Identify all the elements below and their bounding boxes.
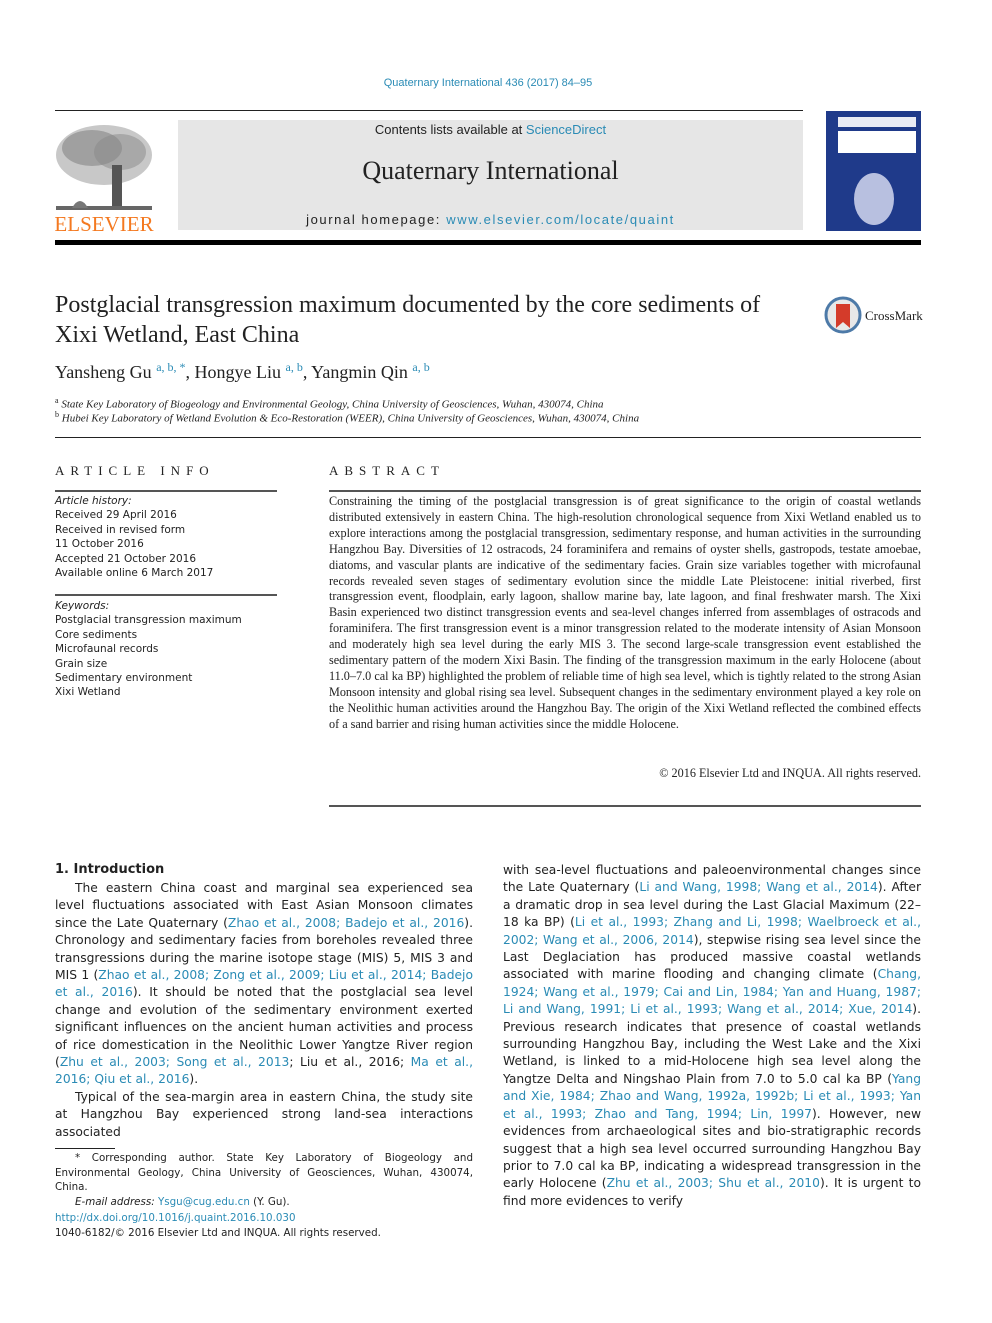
cover-title-band (838, 117, 916, 127)
affiliation-b: b Hubei Key Laboratory of Wetland Evolut… (55, 410, 639, 425)
keywords-rule (55, 594, 277, 596)
homepage-link[interactable]: www.elsevier.com/locate/quaint (446, 212, 675, 227)
journal-reference-link[interactable]: Quaternary International 436 (2017) 84–9… (0, 77, 976, 89)
keyword: Postglacial transgression maximum (55, 614, 242, 627)
corresponding-author-note: * Corresponding author. State Key Labora… (55, 1152, 473, 1193)
email-label: E-mail address: (75, 1195, 158, 1208)
issn-line: 1040-6182/© 2016 Elsevier Ltd and INQUA.… (55, 1227, 381, 1239)
intro-paragraph-2: Typical of the sea-margin area in easter… (55, 1089, 473, 1141)
elsevier-wordmark: ELSEVIER (54, 212, 154, 236)
body-text: ). (189, 1072, 199, 1087)
keyword: Grain size (55, 657, 108, 670)
crossmark-icon (824, 296, 862, 334)
abstract-copyright: © 2016 Elsevier Ltd and INQUA. All right… (659, 766, 921, 780)
abstract-heading: ABSTRACT (329, 463, 445, 478)
citation-link[interactable]: Zhu et al., 2003; Shu et al., 2010 (607, 1176, 820, 1190)
journal-cover-thumbnail[interactable] (826, 111, 921, 231)
citation-link[interactable]: Li and Wang, 1998; Wang et al., 2014 (639, 880, 878, 894)
history-item: 11 October 2016 (55, 538, 144, 551)
doi-block: http://dx.doi.org/10.1016/j.quaint.2016.… (55, 1211, 381, 1241)
author-name[interactable]: Yansheng Gu (55, 362, 152, 382)
history-item: Received 29 April 2016 (55, 509, 177, 522)
affiliation-mark: b (55, 410, 59, 419)
keyword: Core sediments (55, 628, 138, 641)
citation-link[interactable]: Zhao et al., 2008; Badejo et al., 2016 (228, 916, 464, 930)
abstract-text: Constraining the timing of the postglaci… (329, 494, 921, 731)
crossmark-button[interactable]: CrossMark (824, 296, 924, 336)
body-text: Typical of the sea-margin area in easter… (55, 1089, 473, 1139)
history-item: Available online 6 March 2017 (55, 567, 214, 580)
author-list: Yansheng Gu a, b, *, Hongye Liu a, b, Ya… (55, 360, 430, 382)
email-line: E-mail address: Ysgu@cug.edu.cn (Y. Gu). (55, 1195, 473, 1210)
header-rule (55, 110, 803, 111)
history-item: Received in revised form (55, 523, 186, 536)
article-title: Postglacial transgression maximum docume… (55, 292, 761, 348)
elsevier-logo[interactable]: ELSEVIER (52, 120, 156, 236)
cover-white-band (838, 131, 916, 153)
crossmark-label: CrossMark (865, 308, 923, 323)
keywords-label: Keywords: (55, 600, 110, 612)
footnote: * Corresponding author. State Key Labora… (55, 1151, 473, 1209)
article-info-heading: ARTICLE INFO (55, 463, 215, 478)
header-thick-rule (55, 240, 921, 245)
abstract-rule (329, 490, 921, 492)
email-link[interactable]: Ysgu@cug.edu.cn (158, 1196, 250, 1208)
sciencedirect-link[interactable]: ScienceDirect (526, 122, 606, 137)
body-text: ; Liu et al., 2016; (289, 1055, 411, 1070)
intro-paragraph-1: The eastern China coast and marginal sea… (55, 880, 473, 1089)
cover-emblem-icon (854, 173, 894, 225)
author-marks[interactable]: a, b, * (156, 360, 185, 374)
author-name[interactable]: Hongye Liu (195, 362, 281, 382)
affiliation-a: a State Key Laboratory of Biogeology and… (55, 396, 604, 411)
affiliation-text: State Key Laboratory of Biogeology and E… (61, 398, 604, 411)
affiliation-text: Hubei Key Laboratory of Wetland Evolutio… (61, 412, 640, 425)
abstract-bottom-rule (329, 805, 921, 807)
history-item: Accepted 21 October 2016 (55, 552, 197, 565)
body-column-right: with sea-level fluctuations and paleoenv… (503, 862, 921, 1210)
homepage-prefix: journal homepage: (306, 212, 447, 227)
article-history: Article history: Received 29 April 2016 … (55, 494, 277, 580)
author-marks[interactable]: a, b (286, 360, 303, 374)
contents-line: Contents lists available at ScienceDirec… (178, 122, 803, 137)
keywords-list: Keywords: Postglacial transgression maxi… (55, 599, 277, 700)
footnote-rule (55, 1148, 115, 1149)
author-marks[interactable]: a, b (412, 360, 429, 374)
contents-prefix: Contents lists available at (374, 122, 526, 137)
author-name[interactable]: Yangmin Qin (311, 362, 408, 382)
body-column-left: The eastern China coast and marginal sea… (55, 880, 473, 1141)
history-label: Article history: (55, 495, 132, 507)
journal-homepage: journal homepage: www.elsevier.com/locat… (178, 212, 803, 227)
journal-title: Quaternary International (362, 156, 619, 185)
intro-paragraph-2-continued: with sea-level fluctuations and paleoenv… (503, 862, 921, 1210)
citation-link[interactable]: Zhu et al., 2003; Song et al., 2013 (60, 1055, 290, 1069)
journal-masthead: Contents lists available at ScienceDirec… (178, 120, 803, 230)
section-rule (55, 437, 921, 438)
keyword: Sedimentary environment (55, 672, 193, 685)
affiliation-mark: a (55, 396, 59, 405)
keyword: Xixi Wetland (55, 686, 121, 699)
doi-link[interactable]: http://dx.doi.org/10.1016/j.quaint.2016.… (55, 1211, 381, 1226)
introduction-heading: 1. Introduction (55, 862, 165, 877)
email-suffix: (Y. Gu). (249, 1195, 290, 1208)
article-info-rule (55, 490, 277, 492)
keyword: Microfaunal records (55, 643, 159, 656)
